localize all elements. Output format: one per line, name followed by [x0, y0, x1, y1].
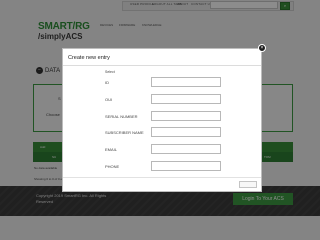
- submit-button[interactable]: [239, 181, 257, 188]
- subscriber-name-input[interactable]: [151, 127, 221, 137]
- email-input[interactable]: [151, 144, 221, 154]
- field-label-oui: OUI: [105, 97, 113, 102]
- oui-input[interactable]: [151, 94, 221, 104]
- serial-number-input[interactable]: [151, 111, 221, 121]
- field-label-phone: PHONE: [105, 164, 120, 169]
- modal-footer: [63, 177, 261, 191]
- id-input[interactable]: [151, 77, 221, 87]
- close-icon[interactable]: ×: [258, 44, 266, 52]
- create-entry-modal: Create new entry Select ID OUI SERIAL NU…: [62, 48, 262, 192]
- field-label-id: ID: [105, 80, 109, 85]
- field-label-email: EMAIL: [105, 147, 118, 152]
- modal-title: Create new entry: [68, 55, 110, 61]
- field-label-subscriber-name: SUBSCRIBER NAME: [105, 130, 144, 135]
- field-label-serial-number: SERIAL NUMBER: [105, 114, 138, 119]
- select-label: Select: [105, 70, 115, 74]
- modal-header: Create new entry: [63, 49, 261, 66]
- phone-input[interactable]: [151, 161, 221, 171]
